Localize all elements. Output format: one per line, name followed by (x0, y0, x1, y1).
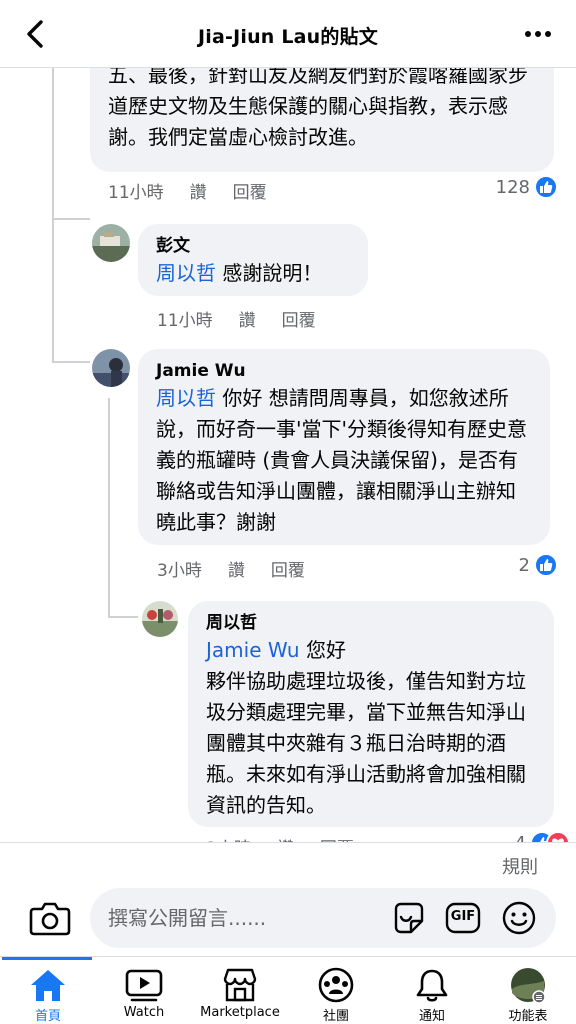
reaction-summary[interactable]: 128 (496, 175, 558, 199)
camera-icon (29, 902, 71, 936)
comment-time: 11小時 (108, 183, 164, 203)
reaction-summary[interactable]: 2 (519, 553, 558, 577)
comment-text: 夥伴協助處理垃圾後，僅告知對方垃圾分類處理完畢，當下並無告知淨山團體其中夾雜有３… (206, 669, 526, 817)
tab-notifications[interactable]: 通知 (384, 957, 480, 1024)
page-title: Jia-Jiun Lau的貼文 (198, 26, 378, 48)
comment-author[interactable]: 彭文 (156, 234, 350, 258)
comment-composer: GIF (0, 882, 576, 956)
bottom-tab-bar: 首頁 Watch Marketplace 社團 通知 功能表 (0, 956, 576, 1024)
thread-line (52, 68, 54, 363)
comment-author[interactable]: Jamie Wu (156, 359, 532, 383)
comment-time: 3小時 (157, 561, 202, 581)
comment-thread[interactable]: 五、最後，針對山友及網友們對於霞喀羅國家步道歷史文物及生態保護的關心與指教，表示… (0, 68, 576, 842)
comment-bubble[interactable]: Jamie Wu 周以哲 你好 想請問周專員，如您敘述所說，而好奇一事'當下'分… (138, 349, 550, 545)
tab-label: Watch (123, 1005, 165, 1020)
tab-groups[interactable]: 社團 (288, 957, 384, 1024)
comment-time: 3小時 (206, 834, 251, 842)
emoji-icon (502, 901, 536, 935)
groups-icon (318, 967, 354, 1003)
tab-label: Marketplace (200, 1005, 280, 1020)
comment-author[interactable]: 周以哲 (206, 611, 536, 635)
marketplace-icon (223, 968, 257, 1002)
like-reaction-icon (534, 175, 558, 199)
love-reaction-icon (546, 831, 570, 842)
gif-button[interactable]: GIF (444, 899, 482, 937)
reply-action[interactable]: 回覆 (282, 306, 316, 331)
watch-icon (125, 969, 163, 1002)
menu-icon (511, 968, 546, 1003)
reply-action[interactable]: 回覆 (271, 556, 305, 581)
reaction-summary[interactable]: 4 (515, 831, 570, 842)
reply-action[interactable]: 回覆 (320, 834, 354, 842)
tab-label: 功能表 (508, 1009, 548, 1024)
more-options-button[interactable] (522, 20, 554, 48)
home-icon (31, 970, 65, 1001)
mention-link[interactable]: 周以哲 (156, 386, 216, 410)
like-action[interactable]: 讚 (228, 556, 245, 581)
back-chevron-icon (27, 20, 43, 48)
rules-bar: 規則 (0, 842, 576, 882)
avatar[interactable] (92, 349, 130, 387)
reaction-count: 2 (518, 554, 530, 576)
like-action[interactable]: 讚 (277, 834, 294, 842)
comment-meta: 11小時 讚 回覆 (108, 178, 293, 203)
mention-link[interactable]: Jamie Wu (206, 638, 300, 662)
tab-home[interactable]: 首頁 (0, 957, 96, 1024)
camera-button[interactable] (28, 898, 72, 938)
sticker-icon (394, 902, 424, 934)
comment-text-greeting: 您好 (299, 638, 346, 662)
comment-meta: 11小時 讚 回覆 (157, 306, 342, 331)
tab-menu[interactable]: 功能表 (480, 957, 576, 1024)
thread-line (108, 398, 110, 618)
avatar[interactable] (92, 224, 130, 262)
comment-bubble[interactable]: 五、最後，針對山友及網友們對於霞喀羅國家步道歷史文物及生態保護的關心與指教，表示… (90, 68, 554, 172)
tab-watch[interactable]: Watch (96, 957, 192, 1024)
thread-line (108, 616, 138, 618)
comment-bubble[interactable]: 周以哲 Jamie Wu 您好 夥伴協助處理垃圾後，僅告知對方垃圾分類處理完畢，… (188, 601, 554, 827)
top-app-bar: Jia-Jiun Lau的貼文 (0, 0, 576, 68)
comment-text: 五、最後，針對山友及網友們對於霞喀羅國家步道歷史文物及生態保護的關心與指教，表示… (108, 68, 528, 149)
emoji-button[interactable] (500, 899, 538, 937)
gif-label: GIF (450, 909, 476, 924)
reaction-count: 4 (515, 833, 526, 843)
sticker-button[interactable] (390, 899, 428, 937)
comment-input[interactable] (90, 888, 556, 948)
back-button[interactable] (20, 18, 52, 50)
comment-time: 11小時 (157, 311, 213, 331)
like-reaction-icon (534, 553, 558, 577)
mention-link[interactable]: 周以哲 (156, 261, 216, 285)
more-dots-icon (525, 31, 551, 37)
like-action[interactable]: 讚 (239, 306, 256, 331)
reply-action[interactable]: 回覆 (233, 178, 267, 203)
reaction-count: 128 (495, 176, 530, 198)
comment-meta: 3小時 讚 回覆 (206, 834, 380, 842)
notifications-icon (416, 969, 448, 1002)
tab-label: 社團 (322, 1009, 349, 1024)
comment-meta: 3小時 讚 回覆 (157, 556, 331, 581)
thread-line (52, 218, 90, 220)
like-action[interactable]: 讚 (190, 178, 207, 203)
comment-text: 感謝說明！ (216, 261, 323, 285)
tab-marketplace[interactable]: Marketplace (192, 957, 288, 1024)
comment-bubble[interactable]: 彭文 周以哲 感謝說明！ (138, 224, 368, 296)
tab-label: 通知 (418, 1009, 445, 1024)
rules-link[interactable]: 規則 (502, 853, 538, 879)
avatar[interactable] (142, 601, 178, 637)
thread-line (52, 361, 90, 363)
tab-label: 首頁 (34, 1009, 61, 1024)
